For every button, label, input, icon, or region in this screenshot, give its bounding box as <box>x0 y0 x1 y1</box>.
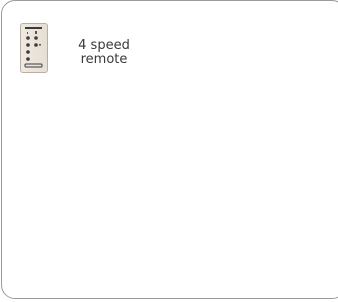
product-label-line2: remote <box>80 52 128 67</box>
product-label-line1: 4 speed <box>78 38 130 53</box>
fan-remote-icon <box>20 23 48 73</box>
product-card[interactable]: 4 speed remote <box>1 0 338 299</box>
product-label: 4 speed remote <box>64 39 144 67</box>
